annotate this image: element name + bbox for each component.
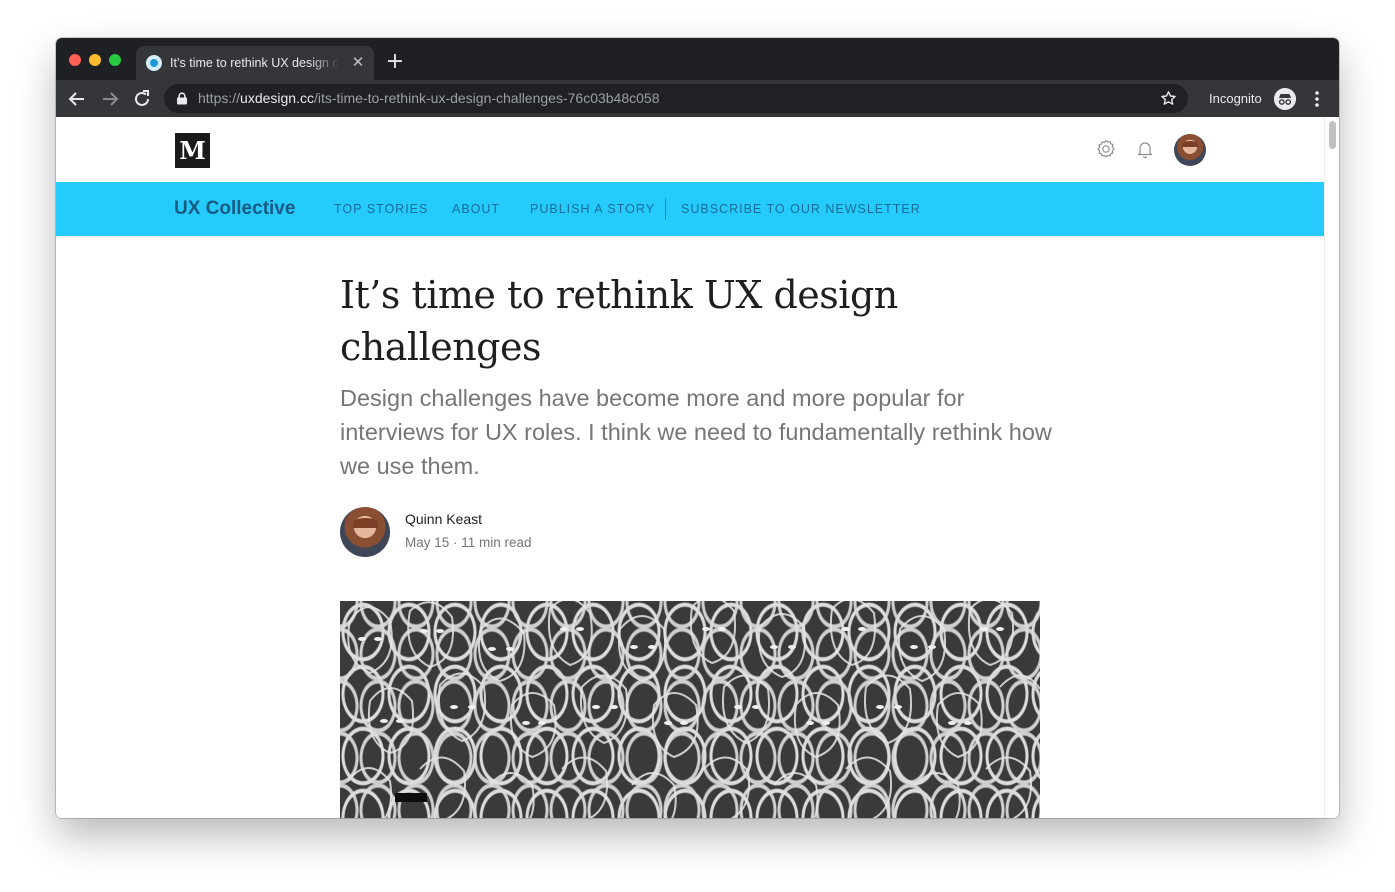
- close-tab-icon[interactable]: ✕: [350, 55, 366, 71]
- lock-icon: [177, 92, 187, 105]
- url-scheme: https://: [198, 90, 241, 106]
- faces-pattern-image: [347, 601, 1040, 818]
- nav-subscribe-newsletter[interactable]: SUBSCRIBE TO OUR NEWSLETTER: [681, 182, 921, 236]
- author-name[interactable]: Quinn Keast: [405, 511, 482, 527]
- article-title: It’s time to rethink UX design challenge…: [340, 273, 898, 369]
- publication-bar: UX Collective TOP STORIES ABOUT PUBLISH …: [56, 182, 1324, 236]
- medium-logo[interactable]: M: [175, 133, 210, 168]
- bookmark-star-icon[interactable]: [1160, 90, 1177, 107]
- page-viewport: M UX Collective TOP STORIES ABOUT PUBLIS…: [56, 117, 1339, 818]
- notifications-bell-icon[interactable]: [1134, 138, 1156, 160]
- address-bar[interactable]: https://uxdesign.cc/its-time-to-rethink-…: [164, 84, 1188, 113]
- close-window-button[interactable]: [69, 54, 81, 66]
- tab-strip: It’s time to rethink UX design challenge…: [56, 38, 1339, 80]
- back-button[interactable]: [66, 88, 88, 110]
- article-subtitle: Design challenges have become more and m…: [340, 385, 1052, 479]
- author-avatar[interactable]: [340, 507, 390, 557]
- reload-icon: [135, 90, 149, 106]
- nav-publish-a-story[interactable]: PUBLISH A STORY: [530, 182, 655, 236]
- article-meta: May 15 · 11 min read: [405, 535, 532, 550]
- nav-top-stories[interactable]: TOP STORIES: [334, 182, 428, 236]
- settings-icon[interactable]: [1095, 138, 1117, 160]
- browser-window: It’s time to rethink UX design challenge…: [56, 38, 1339, 818]
- page-scrollbar[interactable]: [1324, 117, 1339, 818]
- arrow-right-icon: [103, 92, 119, 106]
- scrollbar-thumb[interactable]: [1329, 121, 1336, 149]
- url-host: uxdesign.cc: [240, 90, 314, 106]
- url-path: /its-time-to-rethink-ux-design-challenge…: [313, 90, 660, 106]
- browser-tab[interactable]: It’s time to rethink UX design challenge…: [136, 46, 374, 80]
- nav-divider: [665, 198, 666, 220]
- new-tab-button[interactable]: +: [384, 51, 406, 73]
- publication-name[interactable]: UX Collective: [174, 182, 295, 236]
- site-favicon-icon: [146, 55, 162, 71]
- user-avatar[interactable]: [1174, 134, 1206, 166]
- more-menu-icon[interactable]: [1308, 89, 1326, 109]
- zoom-window-button[interactable]: [109, 54, 121, 66]
- nav-about[interactable]: ABOUT: [452, 182, 500, 236]
- reload-button[interactable]: [131, 88, 153, 110]
- incognito-icon[interactable]: [1274, 88, 1296, 110]
- hero-image: [340, 601, 1040, 818]
- forward-button[interactable]: [99, 88, 121, 110]
- tab-title: It’s time to rethink UX design challenge…: [170, 56, 340, 70]
- minimize-window-button[interactable]: [89, 54, 101, 66]
- url-text[interactable]: https://uxdesign.cc/its-time-to-rethink-…: [198, 84, 659, 113]
- arrow-left-icon: [68, 92, 84, 106]
- browser-toolbar: https://uxdesign.cc/its-time-to-rethink-…: [56, 80, 1339, 117]
- incognito-label[interactable]: Incognito: [1209, 80, 1262, 117]
